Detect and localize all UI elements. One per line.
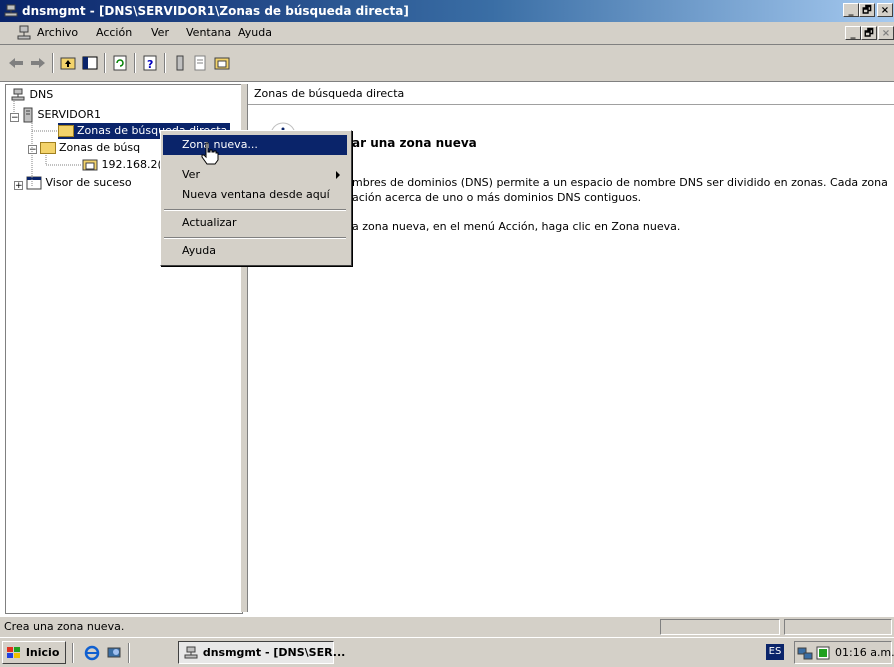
details-header-title: Zonas de búsqueda directa: [254, 87, 405, 100]
menu-archivo[interactable]: Archivo: [37, 26, 78, 39]
menu-bar: Archivo Acción Ver Ventana Ayuda _ 🗗 ×: [0, 22, 894, 45]
ctx-label: Ayuda: [182, 244, 216, 257]
refresh-icon[interactable]: [110, 53, 130, 73]
toolbar-separator: [52, 53, 54, 73]
ctx-label: Ver: [182, 168, 200, 181]
windows-logo-icon: [7, 647, 20, 658]
minimize-button[interactable]: _: [843, 3, 859, 17]
show-desktop-icon[interactable]: [106, 645, 122, 661]
ctx-separator: [164, 209, 346, 211]
child-minimize-button[interactable]: _: [845, 26, 861, 40]
menu-ver[interactable]: Ver: [151, 26, 169, 39]
ctx-item-refresh[interactable]: Actualizar: [163, 213, 347, 233]
details-instructions: a zona nueva, en el menú Acción, haga cl…: [352, 220, 681, 233]
tree-label: SERVIDOR1: [37, 108, 102, 121]
toolbar: ?: [0, 45, 894, 82]
tray-app-icon[interactable]: [815, 645, 831, 661]
status-panel: [784, 619, 892, 635]
ctx-item-ver[interactable]: Ver: [163, 165, 347, 185]
server-icon: [23, 107, 33, 123]
clock: 01:16 a.m.: [835, 646, 894, 659]
taskbar-separator: [72, 643, 74, 663]
language-indicator[interactable]: ES: [766, 644, 784, 660]
submenu-arrow-icon: [336, 171, 340, 179]
up-folder-icon[interactable]: [58, 53, 78, 73]
ctx-label: Nueva ventana desde aquí: [182, 188, 330, 201]
menu-accion[interactable]: Acción: [96, 26, 132, 39]
tree-label: 192.168.2(: [101, 158, 162, 171]
event-viewer-icon: [26, 176, 42, 190]
menu-ayuda[interactable]: Ayuda: [238, 26, 272, 39]
taskbar: Inicio dnsmgmt - [DNS\SER... ES 01:16 a.…: [0, 637, 894, 667]
taskbar-separator: [128, 643, 130, 663]
ctx-item-help[interactable]: Ayuda: [163, 241, 347, 261]
child-close-button[interactable]: ×: [878, 26, 894, 40]
tree-item-servidor1[interactable]: SERVIDOR1: [22, 107, 101, 123]
tree-item-dns[interactable]: DNS: [10, 87, 53, 103]
task-label: dnsmgmt - [DNS\SER...: [202, 646, 346, 659]
menu-ventana[interactable]: Ventana: [186, 26, 231, 39]
dns-app-icon: [4, 4, 18, 17]
folder-icon: [40, 142, 56, 154]
tree-label: DNS: [29, 88, 54, 101]
window-title-bar[interactable]: dnsmgmt - [DNS\SERVIDOR1\Zonas de búsque…: [0, 0, 894, 22]
tree-label: Visor de suceso: [45, 176, 132, 189]
tree-item-reverse-zone-child[interactable]: 192.168.2(: [82, 157, 162, 173]
task-button-dnsmgmt[interactable]: dnsmgmt - [DNS\SER...: [178, 641, 345, 664]
tree-item-reverse-zones[interactable]: Zonas de búsq: [40, 140, 140, 156]
folder-icon: [58, 125, 74, 137]
status-text: Crea una zona nueva.: [4, 620, 125, 633]
toolbar-separator: [104, 53, 106, 73]
hand-cursor-icon: [201, 142, 219, 165]
dns-icon: [11, 88, 25, 101]
window-title: dnsmgmt - [DNS\SERVIDOR1\Zonas de búsque…: [22, 4, 409, 18]
details-paragraph-line2: ación acerca de uno o más dominios DNS c…: [352, 191, 642, 204]
details-heading: ar una zona nueva: [352, 136, 477, 150]
properties-icon[interactable]: ?: [140, 53, 160, 73]
context-menu: Zona nueva... Ver Nueva ventana desde aq…: [160, 130, 352, 266]
ctx-label: Actualizar: [182, 216, 237, 229]
tree-item-event-viewer[interactable]: Visor de suceso: [26, 175, 132, 191]
start-button[interactable]: Inicio: [2, 641, 66, 664]
start-label: Inicio: [25, 646, 60, 659]
collapse-server-toggle[interactable]: −: [10, 113, 19, 123]
collapse-reverse-toggle[interactable]: −: [28, 145, 37, 155]
console-menu-icon[interactable]: [16, 25, 32, 41]
system-tray: 01:16 a.m.: [794, 641, 894, 664]
zone-icon: [82, 159, 98, 171]
ctx-separator: [164, 237, 346, 239]
details-paragraph-line1: mbres de dominios (DNS) permite a un esp…: [352, 176, 888, 189]
forward-arrow-icon[interactable]: [28, 53, 48, 73]
maximize-button[interactable]: 🗗: [859, 3, 875, 17]
zone-list-icon[interactable]: [190, 53, 210, 73]
details-header: Zonas de búsqueda directa: [248, 84, 894, 105]
toolbar-separator: [134, 53, 136, 73]
network-icon[interactable]: [797, 645, 813, 661]
ctx-item-new-zone[interactable]: Zona nueva...: [163, 135, 347, 155]
back-arrow-icon[interactable]: [6, 53, 26, 73]
tree-label: Zonas de búsq: [59, 141, 141, 154]
server-list-icon[interactable]: [170, 53, 190, 73]
status-panel: [660, 619, 780, 635]
dns-app-icon: [184, 646, 198, 659]
expand-event-viewer-toggle[interactable]: +: [14, 181, 23, 191]
ctx-item-new-window[interactable]: Nueva ventana desde aquí: [163, 185, 347, 205]
new-zone-icon[interactable]: [212, 53, 232, 73]
internet-explorer-icon[interactable]: [84, 645, 100, 661]
show-hide-tree-icon[interactable]: [80, 53, 100, 73]
status-bar: Crea una zona nueva.: [0, 616, 894, 637]
child-restore-button[interactable]: 🗗: [861, 26, 877, 40]
close-button[interactable]: ×: [877, 3, 893, 17]
svg-text:?: ?: [147, 58, 153, 71]
toolbar-separator: [164, 53, 166, 73]
